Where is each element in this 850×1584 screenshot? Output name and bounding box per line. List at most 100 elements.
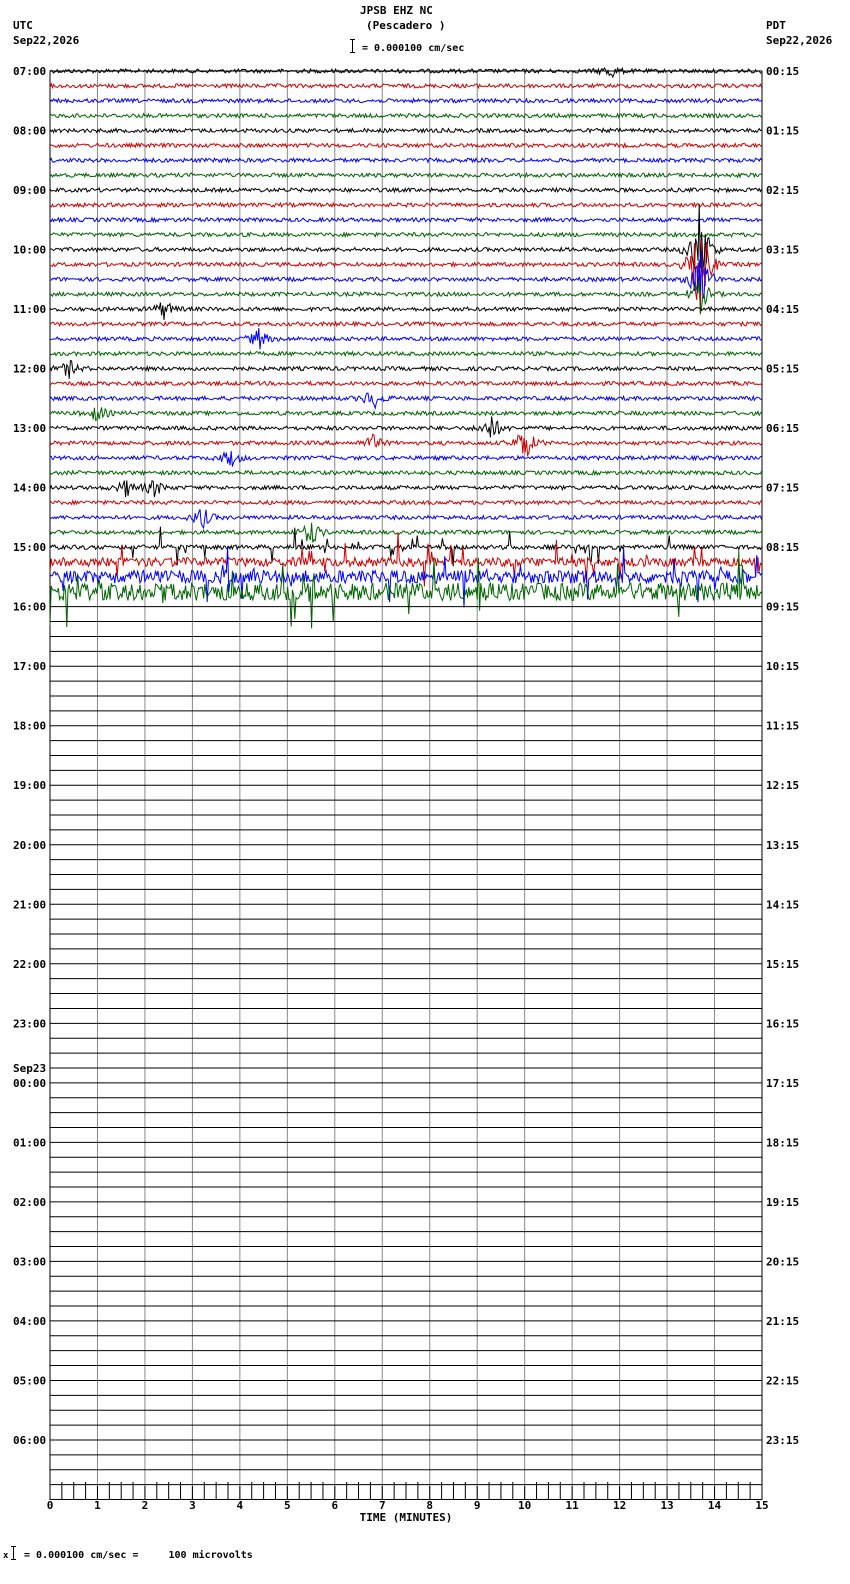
seismic-trace bbox=[50, 327, 762, 350]
seismic-trace bbox=[50, 450, 762, 467]
seismic-trace bbox=[49, 203, 762, 270]
seismic-trace bbox=[49, 433, 762, 458]
seismic-trace bbox=[49, 509, 763, 530]
hour-label-pdt: 04:15 bbox=[766, 303, 799, 316]
hour-label-utc: 12:00 bbox=[13, 363, 46, 376]
seismic-trace bbox=[49, 216, 762, 224]
seismic-trace bbox=[49, 498, 762, 506]
hour-label-utc: 07:00 bbox=[13, 65, 46, 78]
x-tick-label: 0 bbox=[47, 1499, 54, 1512]
hour-label-pdt: 01:15 bbox=[766, 125, 799, 138]
hour-label-pdt: 09:15 bbox=[766, 601, 799, 614]
seismic-trace bbox=[49, 302, 762, 321]
hour-label-pdt: 06:15 bbox=[766, 422, 799, 435]
hour-label-pdt: 19:15 bbox=[766, 1196, 799, 1209]
hour-label-pdt: 20:15 bbox=[766, 1255, 799, 1268]
seismic-trace bbox=[50, 250, 762, 299]
hour-label-utc: 16:00 bbox=[13, 601, 46, 614]
hour-label-pdt: 03:15 bbox=[766, 244, 799, 257]
seismic-trace bbox=[49, 127, 762, 134]
seismic-trace bbox=[49, 156, 762, 164]
hour-label-pdt: 17:15 bbox=[766, 1077, 799, 1090]
seismic-trace bbox=[49, 112, 762, 120]
x-tick-label: 2 bbox=[142, 1499, 149, 1512]
seismogram-chart: 07:00 00:15 08:00 01:15 09:00 02:15 10:00 03:15… bbox=[13, 65, 799, 1524]
x-tick-label: 9 bbox=[474, 1499, 481, 1512]
seismic-trace bbox=[49, 350, 762, 358]
x-tick-label: 15 bbox=[755, 1499, 768, 1512]
date-change-label: Sep23 bbox=[13, 1062, 46, 1075]
hour-label-utc: 01:00 bbox=[13, 1136, 46, 1149]
x-tick-label: 6 bbox=[331, 1499, 338, 1512]
hour-label-pdt: 10:15 bbox=[766, 660, 799, 673]
hour-label-utc: 18:00 bbox=[13, 720, 46, 733]
hour-label-utc: 11:00 bbox=[13, 303, 46, 316]
hour-label-utc: 08:00 bbox=[13, 125, 46, 138]
hour-label-utc: 06:00 bbox=[13, 1434, 46, 1447]
hour-label-utc: 05:00 bbox=[13, 1374, 46, 1387]
footer-scale-text: = 0.000100 cm/sec = 100 microvolts bbox=[24, 1550, 253, 1561]
x-tick-label: 11 bbox=[566, 1499, 580, 1512]
seismic-trace bbox=[49, 280, 762, 314]
seismic-trace bbox=[49, 66, 762, 79]
hour-label-utc: 09:00 bbox=[13, 184, 46, 197]
seismic-trace bbox=[49, 479, 762, 498]
seismic-trace bbox=[49, 522, 763, 543]
seismic-trace bbox=[49, 231, 762, 239]
hour-label-pdt: 07:15 bbox=[766, 482, 799, 495]
hour-label-pdt: 22:15 bbox=[766, 1374, 799, 1387]
hour-label-utc: 23:00 bbox=[13, 1017, 46, 1030]
hour-label-utc: 22:00 bbox=[13, 958, 46, 971]
hour-label-utc: 14:00 bbox=[13, 482, 46, 495]
hour-label-pdt: 23:15 bbox=[766, 1434, 799, 1447]
x-tick-label: 13 bbox=[660, 1499, 673, 1512]
seismic-trace bbox=[49, 407, 762, 422]
hour-label-pdt: 21:15 bbox=[766, 1315, 799, 1328]
hour-label-pdt: 05:15 bbox=[766, 363, 799, 376]
hour-label-utc: 13:00 bbox=[13, 422, 46, 435]
seismic-trace bbox=[49, 186, 763, 194]
seismic-trace bbox=[49, 546, 762, 608]
seismic-trace bbox=[49, 201, 763, 209]
seismic-trace bbox=[49, 392, 762, 411]
hour-label-pdt: 00:15 bbox=[766, 65, 799, 78]
hour-label-utc: 04:00 bbox=[13, 1315, 46, 1328]
x-tick-label: 12 bbox=[613, 1499, 626, 1512]
seismic-trace bbox=[49, 240, 762, 315]
hour-label-pdt: 08:15 bbox=[766, 541, 799, 554]
seismic-trace bbox=[49, 171, 762, 179]
hour-label-pdt: 02:15 bbox=[766, 184, 799, 197]
x-tick-label: 3 bbox=[189, 1499, 196, 1512]
hour-label-utc: 00:00 bbox=[13, 1077, 46, 1090]
seismic-trace bbox=[49, 416, 762, 438]
seismic-trace bbox=[49, 82, 763, 90]
hour-label-utc: 17:00 bbox=[13, 660, 46, 673]
hour-label-utc: 21:00 bbox=[13, 898, 46, 911]
hour-label-pdt: 12:15 bbox=[766, 779, 799, 792]
x-tick-label: 4 bbox=[237, 1499, 244, 1512]
hour-label-pdt: 11:15 bbox=[766, 720, 799, 733]
x-tick-label: 14 bbox=[708, 1499, 722, 1512]
scale-bar-icon bbox=[11, 1546, 17, 1560]
seismic-trace bbox=[49, 97, 762, 105]
seismic-trace bbox=[49, 360, 763, 379]
hour-label-utc: 20:00 bbox=[13, 839, 46, 852]
hour-label-pdt: 18:15 bbox=[766, 1136, 799, 1149]
x-axis-label: TIME (MINUTES) bbox=[360, 1511, 453, 1524]
hour-label-pdt: 14:15 bbox=[766, 898, 799, 911]
seismic-trace bbox=[49, 469, 763, 477]
seismic-trace bbox=[49, 141, 762, 149]
footer-prefix: x bbox=[3, 1551, 9, 1561]
hour-label-pdt: 15:15 bbox=[766, 958, 799, 971]
hour-label-pdt: 13:15 bbox=[766, 839, 799, 852]
hour-label-utc: 15:00 bbox=[13, 541, 46, 554]
x-tick-label: 5 bbox=[284, 1499, 291, 1512]
x-tick-label: 1 bbox=[94, 1499, 101, 1512]
hour-label-utc: 10:00 bbox=[13, 244, 46, 257]
hour-label-utc: 19:00 bbox=[13, 779, 46, 792]
seismic-trace bbox=[49, 380, 762, 387]
seismic-trace bbox=[49, 320, 762, 328]
hour-label-utc: 03:00 bbox=[13, 1255, 46, 1268]
hour-label-utc: 02:00 bbox=[13, 1196, 46, 1209]
hour-label-pdt: 16:15 bbox=[766, 1017, 799, 1030]
